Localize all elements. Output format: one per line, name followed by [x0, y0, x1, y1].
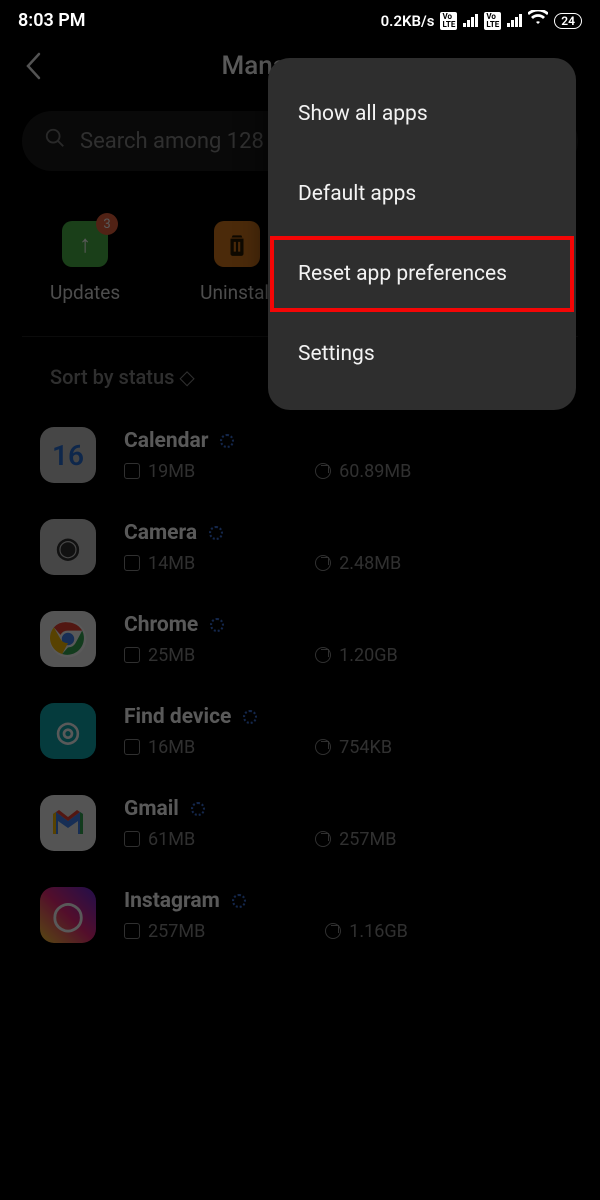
chip-icon	[124, 647, 140, 663]
storage-stat: 1.16GB	[325, 921, 408, 942]
ram-stat: 19MB	[124, 461, 195, 482]
chip-icon	[124, 923, 140, 939]
sort-icon: ◇	[179, 365, 194, 389]
app-name: Gmail	[124, 797, 179, 821]
chip-icon	[124, 463, 140, 479]
app-name: Instagram	[124, 889, 220, 913]
app-row[interactable]: Gmail 61MB 257MB	[40, 777, 560, 869]
storage-stat: 1.20GB	[315, 645, 398, 666]
loading-icon	[191, 802, 205, 816]
chip-icon	[124, 831, 140, 847]
battery-icon: 24	[554, 13, 582, 29]
storage-stat: 257MB	[315, 829, 396, 850]
storage-icon	[325, 923, 341, 939]
app-row[interactable]: Chrome 25MB 1.20GB	[40, 593, 560, 685]
app-name: Find device	[124, 705, 231, 729]
app-icon	[40, 611, 96, 667]
app-body: Chrome 25MB 1.20GB	[124, 613, 560, 666]
signal-icon-1	[463, 14, 478, 27]
ram-stat: 16MB	[124, 737, 195, 758]
loading-icon	[243, 710, 257, 724]
storage-icon	[315, 739, 331, 755]
updates-badge: 3	[96, 213, 118, 235]
status-right: 0.2KB/s VoLTE VoLTE 24	[381, 10, 582, 31]
menu-item[interactable]: Default apps	[268, 154, 576, 234]
uninstall-icon	[214, 221, 260, 267]
sort-label: Sort by status	[50, 365, 174, 389]
app-body: Camera 14MB 2.48MB	[124, 521, 560, 574]
storage-stat: 2.48MB	[315, 553, 401, 574]
status-time: 8:03 PM	[18, 10, 86, 31]
app-name: Camera	[124, 521, 197, 545]
loading-icon	[209, 526, 223, 540]
storage-icon	[315, 647, 331, 663]
app-row[interactable]: ◉ Camera 14MB 2.48MB	[40, 501, 560, 593]
back-icon[interactable]	[24, 51, 42, 89]
app-body: Find device 16MB 754KB	[124, 705, 560, 758]
uninstall-label: Uninstall	[200, 281, 274, 304]
app-body: Calendar 19MB 60.89MB	[124, 429, 560, 482]
storage-icon	[315, 831, 331, 847]
storage-icon	[315, 463, 331, 479]
app-icon: ◎	[40, 703, 96, 759]
volte-icon-2: VoLTE	[484, 12, 501, 30]
ram-stat: 61MB	[124, 829, 195, 850]
menu-item[interactable]: Settings	[268, 314, 576, 394]
storage-stat: 754KB	[315, 737, 392, 758]
updates-icon: ↑ 3	[62, 221, 108, 267]
overflow-menu: Show all appsDefault appsReset app prefe…	[268, 58, 576, 410]
status-bar: 8:03 PM 0.2KB/s VoLTE VoLTE 24	[0, 0, 600, 37]
app-name: Calendar	[124, 429, 208, 453]
app-body: Instagram 257MB 1.16GB	[124, 889, 560, 942]
volte-icon-1: VoLTE	[440, 12, 457, 30]
app-row[interactable]: ◯ Instagram 257MB 1.16GB	[40, 869, 560, 961]
search-icon	[44, 127, 66, 155]
ram-stat: 25MB	[124, 645, 195, 666]
tool-uninstall[interactable]: Uninstall	[200, 221, 274, 304]
chip-icon	[124, 555, 140, 571]
app-row[interactable]: 16 Calendar 19MB 60.89MB	[40, 409, 560, 501]
app-list: 16 Calendar 19MB 60.89MB ◉ Camera 14MB 2.48MB Ch…	[0, 399, 600, 961]
wifi-icon	[528, 10, 548, 31]
net-speed: 0.2KB/s	[381, 12, 435, 30]
app-icon	[40, 795, 96, 851]
menu-item[interactable]: Show all apps	[268, 74, 576, 154]
signal-icon-2	[507, 14, 522, 27]
ram-stat: 14MB	[124, 553, 195, 574]
loading-icon	[210, 618, 224, 632]
updates-label: Updates	[50, 281, 120, 304]
app-icon: ◯	[40, 887, 96, 943]
chip-icon	[124, 739, 140, 755]
storage-stat: 60.89MB	[315, 461, 411, 482]
loading-icon	[232, 894, 246, 908]
app-icon: ◉	[40, 519, 96, 575]
app-icon: 16	[40, 427, 96, 483]
ram-stat: 257MB	[124, 921, 205, 942]
loading-icon	[220, 434, 234, 448]
app-name: Chrome	[124, 613, 198, 637]
storage-icon	[315, 555, 331, 571]
app-row[interactable]: ◎ Find device 16MB 754KB	[40, 685, 560, 777]
app-body: Gmail 61MB 257MB	[124, 797, 560, 850]
menu-item[interactable]: Reset app preferences	[268, 234, 576, 314]
tool-updates[interactable]: ↑ 3 Updates	[50, 221, 120, 304]
